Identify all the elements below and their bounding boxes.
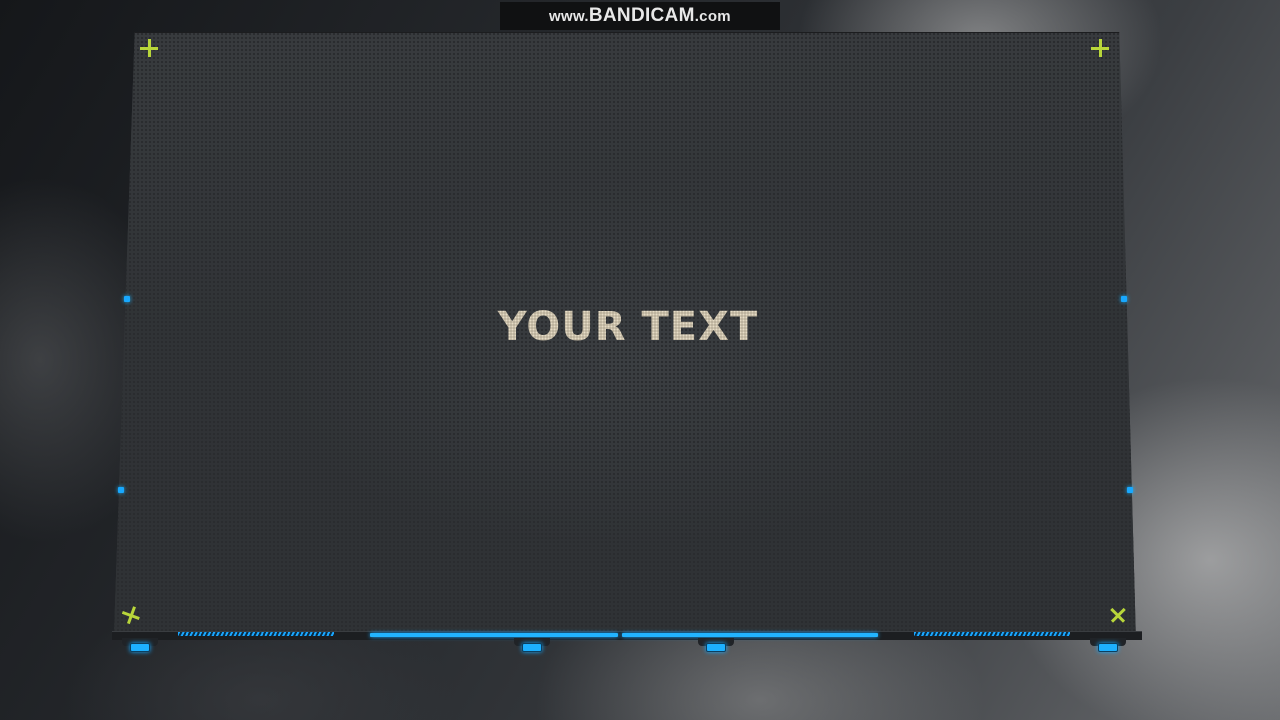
text-panel: YOUR TEXT (112, 32, 1144, 662)
side-node-icon (118, 487, 124, 493)
watermark-prefix: www. (549, 8, 589, 25)
plus-icon (140, 39, 158, 57)
side-node-icon (1127, 487, 1133, 493)
watermark-suffix: .com (694, 8, 731, 25)
screen: www.BANDICAM.com YOUR TEXT (0, 0, 1280, 720)
glow-line-right (622, 633, 878, 637)
glow-line-left (370, 633, 618, 637)
bottom-tech-bar (112, 628, 1144, 658)
bandicam-watermark: www.BANDICAM.com (500, 2, 780, 30)
indicator-light (522, 643, 542, 652)
hatched-stripe-left (178, 632, 334, 636)
indicator-light (130, 643, 150, 652)
plus-icon (1091, 39, 1109, 57)
hatched-stripe-right (914, 632, 1070, 636)
panel-title: YOUR TEXT (112, 304, 1144, 350)
watermark-brand: BANDICAM (588, 5, 695, 26)
indicator-light (1098, 643, 1118, 652)
indicator-light (706, 643, 726, 652)
side-node-icon (124, 296, 130, 302)
side-node-icon (1121, 296, 1127, 302)
